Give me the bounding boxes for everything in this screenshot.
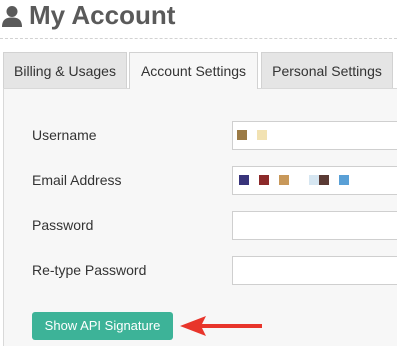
page-title: My Account: [29, 0, 176, 30]
redacted-block: [239, 175, 249, 185]
redacted-block: [237, 130, 247, 140]
retype-password-field[interactable]: [232, 256, 397, 285]
user-icon: [2, 6, 22, 27]
username-field[interactable]: [232, 121, 397, 150]
redacted-block: [259, 175, 269, 185]
email-address-label: Email Address: [32, 172, 122, 188]
password-field[interactable]: [232, 211, 397, 240]
password-label: Password: [32, 217, 94, 233]
tab-account-settings[interactable]: Account Settings: [129, 52, 258, 89]
tab-personal-settings[interactable]: Personal Settings: [261, 52, 393, 88]
arrow-left-icon: [180, 316, 262, 336]
redacted-block: [257, 130, 267, 140]
page-header: My Account: [0, 0, 397, 40]
tab-billing-usages[interactable]: Billing & Usages: [3, 52, 127, 88]
redacted-block: [319, 175, 329, 185]
email-address-field[interactable]: [232, 166, 397, 195]
redacted-block: [279, 175, 289, 185]
username-label: Username: [32, 127, 97, 143]
retype-password-label: Re-type Password: [32, 262, 147, 278]
redacted-block: [339, 175, 349, 185]
show-api-signature-button[interactable]: Show API Signature: [32, 312, 173, 340]
header-divider: [0, 38, 397, 39]
redacted-block: [309, 175, 319, 185]
tab-bar: Billing & Usages Account Settings Person…: [0, 52, 397, 89]
